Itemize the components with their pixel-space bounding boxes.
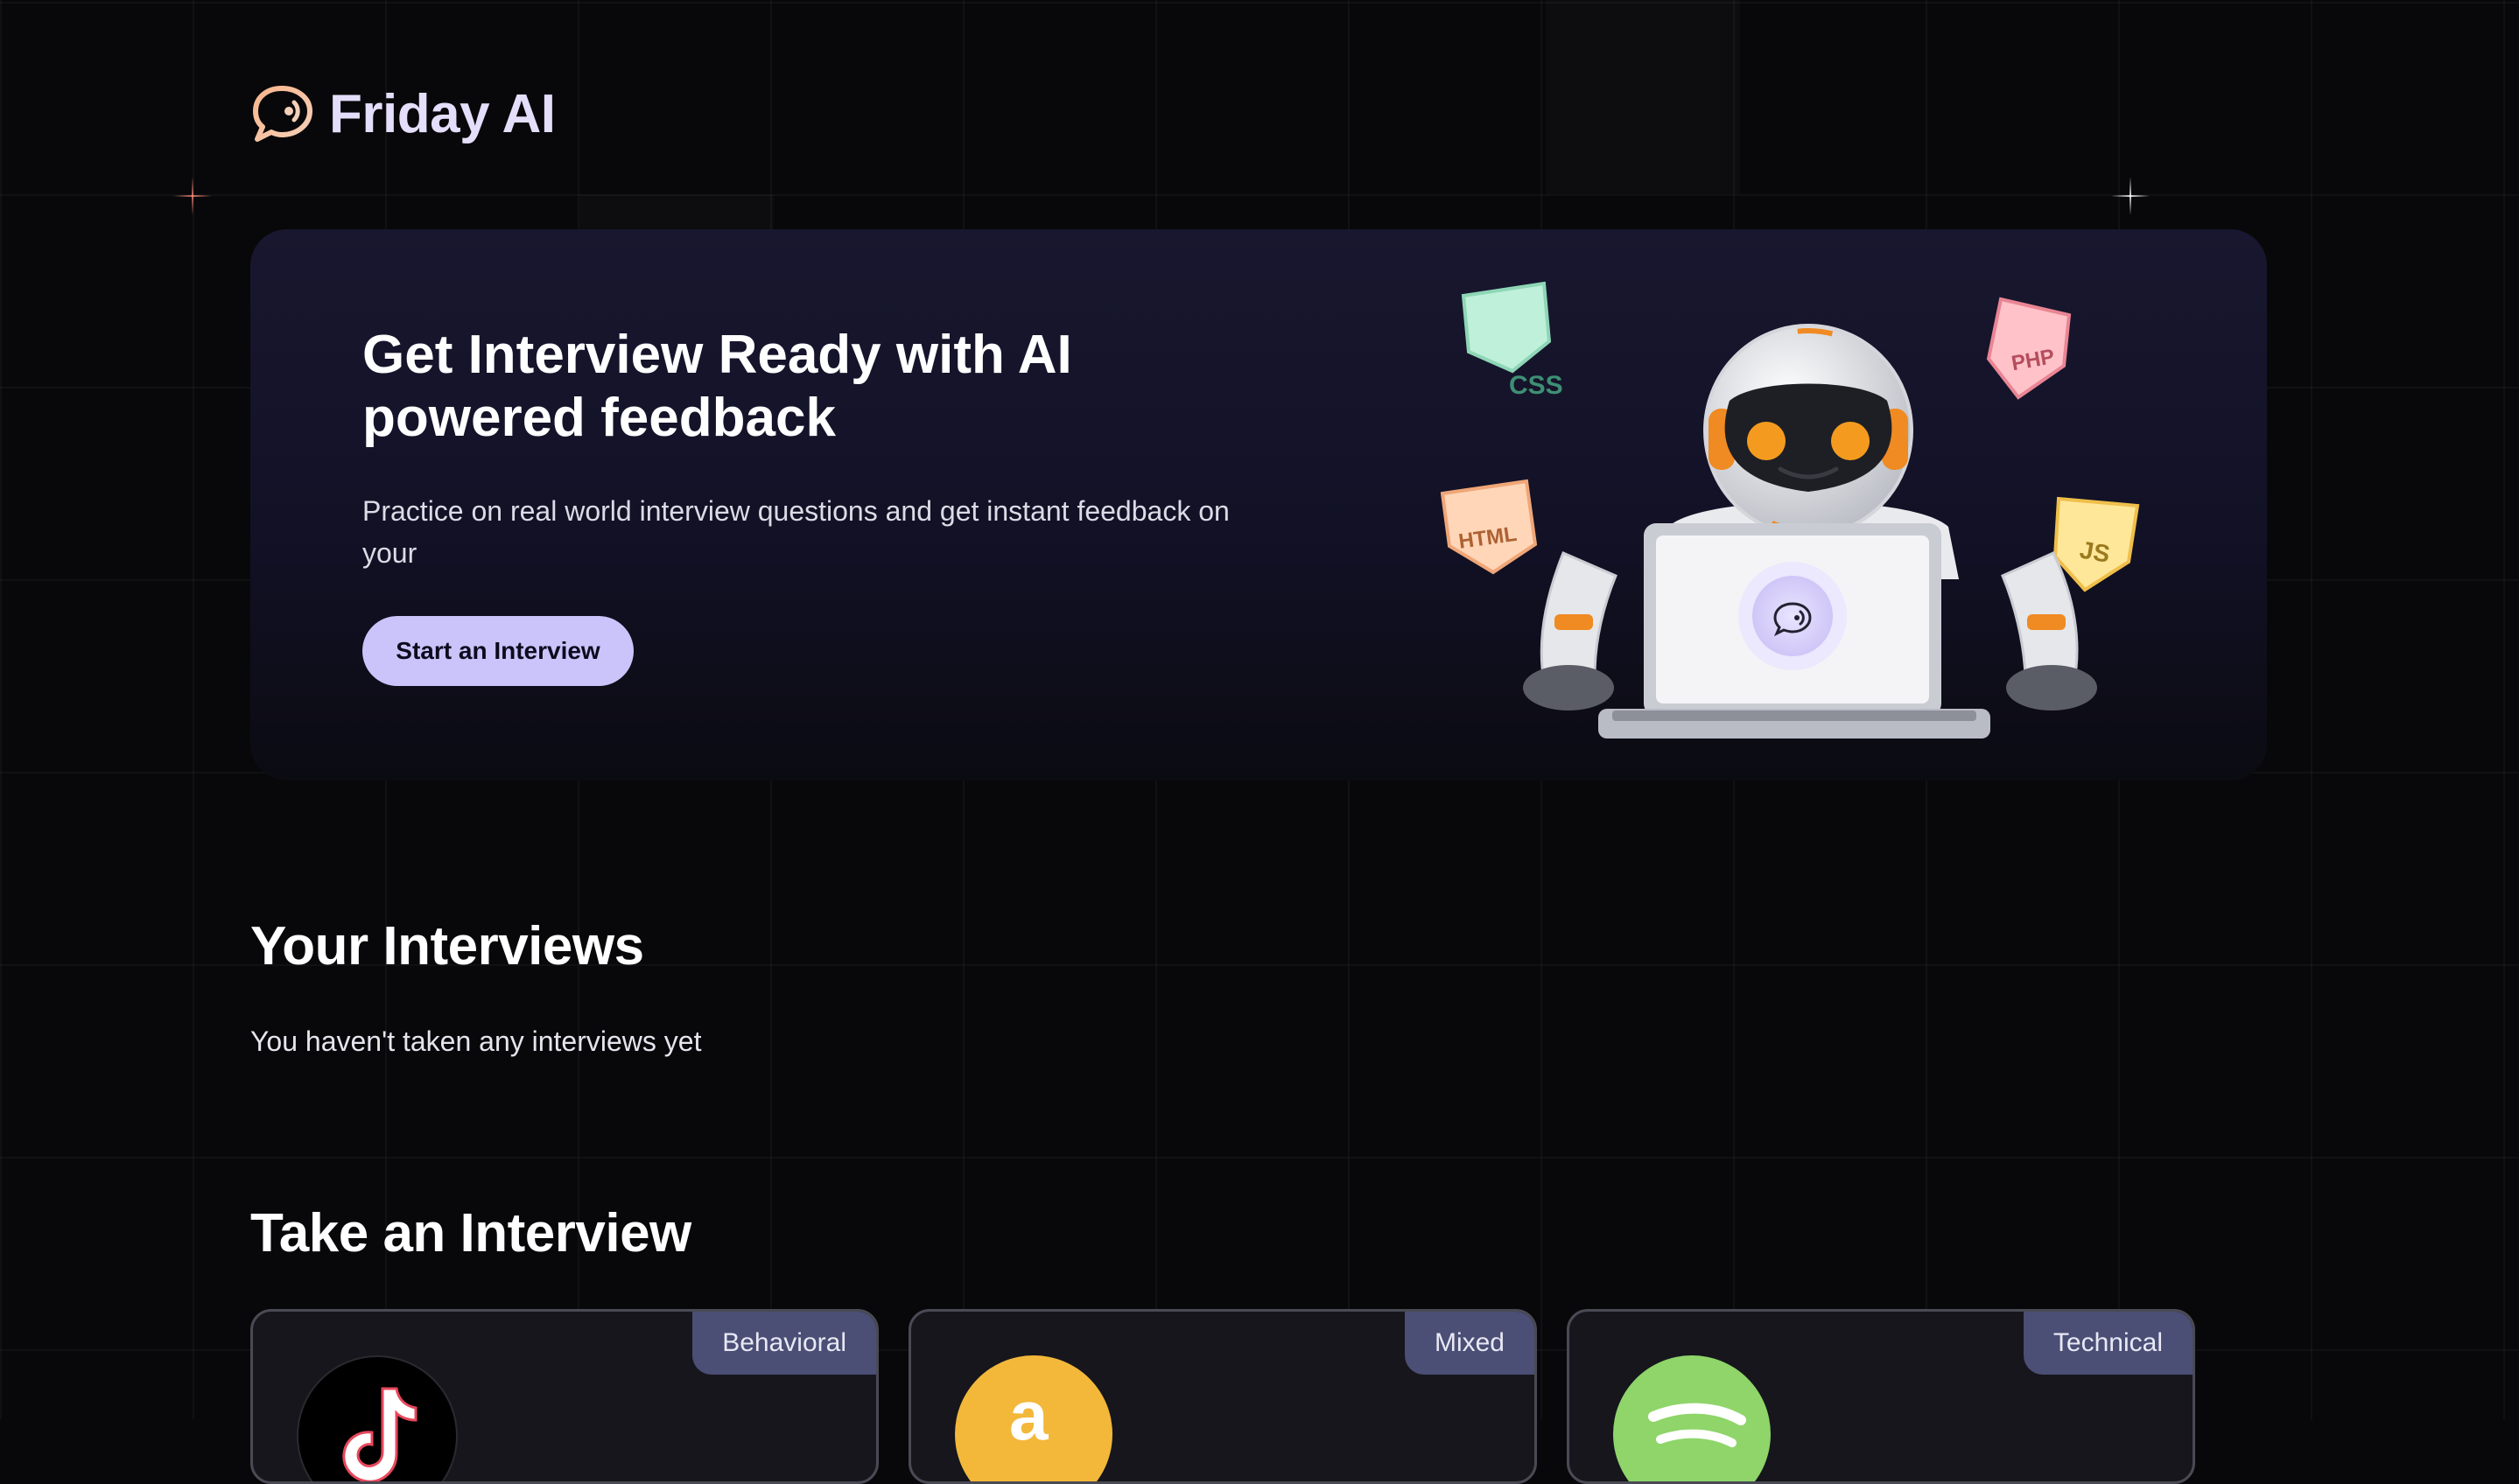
css-badge-icon: CSS (1461, 281, 1563, 400)
chat-bubble-logo-icon (253, 86, 312, 142)
interview-type-tag: Mixed (1404, 1312, 1534, 1375)
sparkle-decoration (173, 177, 212, 215)
html-badge-icon: HTML (1441, 479, 1538, 575)
background-tile (1546, 0, 1740, 194)
interview-card-behavioral[interactable]: Behavioral (250, 1309, 879, 1484)
hero-subtitle: Practice on real world interview questio… (362, 495, 1230, 569)
interview-type-tag: Technical (2023, 1312, 2193, 1375)
js-badge-icon: JS (2052, 496, 2140, 592)
empty-interviews-message: You haven't taken any interviews yet (250, 1026, 702, 1057)
your-interviews-heading: Your Interviews (250, 916, 644, 976)
svg-text:a: a (1009, 1376, 1049, 1454)
php-badge-icon: PHP (1986, 297, 2072, 400)
hero-title: Get Interview Ready with AI powered feed… (362, 325, 1072, 448)
interview-type-tag: Behavioral (692, 1312, 876, 1375)
brand-name: Friday AI (329, 83, 556, 144)
brand-logo[interactable]: Friday AI (250, 82, 556, 145)
take-interview-heading: Take an Interview (250, 1203, 691, 1264)
css-badge-label: CSS (1509, 371, 1563, 400)
amazon-logo-icon: a (955, 1355, 1112, 1481)
spotify-logo-icon (1613, 1355, 1771, 1481)
laptop-icon (1598, 523, 1990, 738)
js-badge-label: JS (2078, 536, 2112, 567)
start-interview-button[interactable]: Start an Interview (362, 616, 634, 686)
tiktok-logo-icon (297, 1355, 458, 1481)
interview-card-technical[interactable]: Technical (1567, 1309, 2195, 1484)
sparkle-decoration (2111, 177, 2150, 215)
robot-laptop-illustration: CSS PHP HTML JS (1441, 281, 2140, 738)
hero-banner: Get Interview Ready with AI powered feed… (250, 229, 2267, 780)
interview-card-mixed[interactable]: Mixed a (909, 1309, 1537, 1484)
